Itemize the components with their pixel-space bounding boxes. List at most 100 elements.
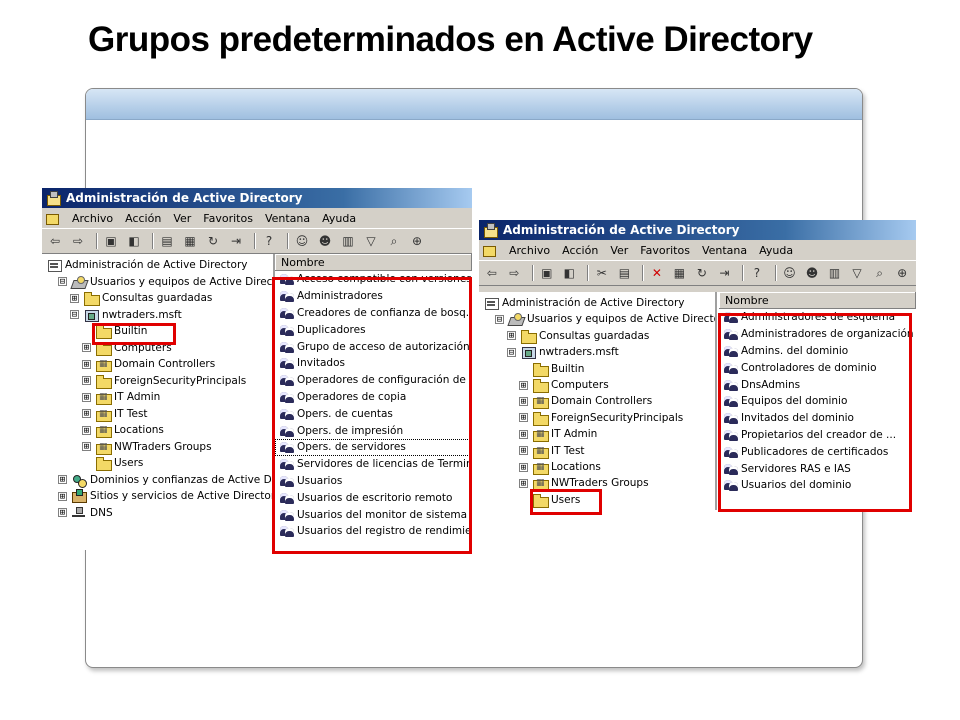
left-window-titlebar[interactable]: Administración de Active Directory <box>42 188 472 208</box>
forward-arrow-icon[interactable]: ⇨ <box>506 265 524 281</box>
new-user-icon[interactable]: ☺ <box>293 233 311 249</box>
expand-icon[interactable]: ⊞ <box>519 478 528 488</box>
tree-node[interactable]: ⊞ ForeignSecurityPrincipals <box>82 373 246 389</box>
tree-node[interactable]: ⊞ NWTraders Groups <box>82 439 212 455</box>
expand-icon[interactable]: ⊞ <box>82 359 91 369</box>
tree-node[interactable]: ⊞ Consultas guardadas <box>70 290 212 306</box>
filter-icon[interactable]: ▽ <box>362 233 380 249</box>
menu-ventana[interactable]: Ventana <box>696 244 753 257</box>
tree-node[interactable]: ⊞ ForeignSecurityPrincipals <box>519 410 683 426</box>
expand-icon[interactable]: ⊞ <box>82 343 91 353</box>
menu-archivo[interactable]: Archivo <box>503 244 556 257</box>
find-icon[interactable]: ⌕ <box>871 265 889 281</box>
tree-node[interactable]: ⊞ Dominios y confianzas de Active Directo <box>58 472 273 488</box>
tree-node[interactable]: ⊞ Computers <box>519 377 609 393</box>
expand-icon[interactable]: ⊞ <box>82 409 91 419</box>
expand-icon[interactable]: ⊞ <box>58 508 67 518</box>
tree-node[interactable]: ⊞ Consultas guardadas <box>507 328 649 344</box>
up-folder-icon[interactable]: ▣ <box>538 265 556 281</box>
expand-icon[interactable]: ⊞ <box>519 446 528 456</box>
back-arrow-icon[interactable]: ⇦ <box>46 233 64 249</box>
show-hide-tree-icon[interactable]: ◧ <box>125 233 143 249</box>
properties-icon[interactable]: ▦ <box>671 265 689 281</box>
expand-icon[interactable]: ⊞ <box>58 491 67 501</box>
new-user-icon[interactable]: ☺ <box>781 265 799 281</box>
left-tree-pane[interactable]: Administración de Active Directory ⊟ Usuar… <box>42 254 275 550</box>
expand-icon[interactable]: ⊞ <box>82 442 91 452</box>
new-ou-icon[interactable]: ▥ <box>339 233 357 249</box>
right-tree-pane[interactable]: Administración de Active Directory ⊟ Usuar… <box>479 292 717 510</box>
menu-accion[interactable]: Acción <box>556 244 604 257</box>
collapse-icon[interactable]: ⊟ <box>507 347 516 357</box>
export-list-icon[interactable]: ⇥ <box>227 233 245 249</box>
tree-node[interactable]: Administración de Active Directory <box>46 257 248 273</box>
cut-icon[interactable]: ✂ <box>593 265 611 281</box>
menu-favoritos[interactable]: Favoritos <box>197 212 259 225</box>
properties-icon[interactable]: ▦ <box>181 233 199 249</box>
expand-icon[interactable]: ⊞ <box>82 392 91 402</box>
menu-ventana[interactable]: Ventana <box>259 212 316 225</box>
back-arrow-icon[interactable]: ⇦ <box>483 265 501 281</box>
expand-icon[interactable]: ⊞ <box>519 413 528 423</box>
tree-node[interactable]: ⊞ IT Admin <box>519 426 597 443</box>
tree-node[interactable]: ⊞ Locations <box>82 422 164 438</box>
new-ou-icon[interactable]: ▥ <box>826 265 844 281</box>
menu-ver[interactable]: Ver <box>604 244 634 257</box>
expand-icon[interactable]: ⊞ <box>70 293 79 303</box>
menu-favoritos[interactable]: Favoritos <box>634 244 696 257</box>
refresh-icon[interactable]: ↻ <box>693 265 711 281</box>
tree-node[interactable]: ⊟ nwtraders.msft <box>507 344 619 360</box>
expand-icon[interactable]: ⊞ <box>507 331 516 341</box>
expand-icon[interactable]: ⊞ <box>519 380 528 390</box>
expand-icon[interactable]: ⊞ <box>58 475 67 485</box>
right-window-titlebar[interactable]: Administración de Active Directory <box>479 220 916 240</box>
delete-icon[interactable]: ▤ <box>158 233 176 249</box>
column-header-nombre[interactable]: Nombre <box>719 292 916 309</box>
copy-icon[interactable]: ▤ <box>616 265 634 281</box>
tree-node[interactable]: ⊞ Locations <box>519 459 601 475</box>
tree-node[interactable]: ⊟ Usuarios y equipos de Active Directory <box>58 274 273 290</box>
menu-archivo[interactable]: Archivo <box>66 212 119 225</box>
menu-ver[interactable]: Ver <box>167 212 197 225</box>
add-to-group-icon[interactable]: ⊕ <box>893 265 911 281</box>
expand-icon[interactable]: ⊞ <box>519 462 528 472</box>
delete-icon[interactable]: ✕ <box>648 265 666 281</box>
console-menu-icon[interactable] <box>481 243 497 257</box>
expand-icon[interactable]: ⊞ <box>519 429 528 439</box>
new-group-icon[interactable]: ☻ <box>803 265 821 281</box>
tree-node[interactable]: ⊞ Sitios y servicios de Active Directory <box>58 488 273 504</box>
collapse-icon[interactable]: ⊟ <box>70 310 79 320</box>
menu-ayuda[interactable]: Ayuda <box>753 244 799 257</box>
help-icon[interactable]: ? <box>748 265 766 281</box>
collapse-icon[interactable]: ⊟ <box>58 277 67 287</box>
tree-node[interactable]: ⊞ IT Test <box>82 406 148 422</box>
tree-node[interactable]: ⊞ IT Test <box>519 443 585 459</box>
tree-node[interactable]: Builtin <box>519 361 584 377</box>
tree-node[interactable]: ⊟ Usuarios y equipos de Active Directory <box>495 311 715 327</box>
tree-node[interactable]: Users <box>82 455 143 471</box>
export-list-icon[interactable]: ⇥ <box>716 265 734 281</box>
menu-accion[interactable]: Acción <box>119 212 167 225</box>
console-menu-icon[interactable] <box>44 211 60 225</box>
expand-icon[interactable]: ⊞ <box>82 425 91 435</box>
column-header-nombre[interactable]: Nombre <box>275 254 472 271</box>
tree-node[interactable]: ⊟ nwtraders.msft <box>70 307 182 323</box>
tree-node[interactable]: ⊞ Domain Controllers <box>519 393 652 410</box>
forward-arrow-icon[interactable]: ⇨ <box>69 233 87 249</box>
tree-node[interactable]: Administración de Active Directory <box>483 295 685 311</box>
refresh-icon[interactable]: ↻ <box>204 233 222 249</box>
expand-icon[interactable]: ⊞ <box>519 396 528 406</box>
up-folder-icon[interactable]: ▣ <box>102 233 120 249</box>
tree-node[interactable]: ⊞ Domain Controllers <box>82 356 215 372</box>
filter-icon[interactable]: ▽ <box>848 265 866 281</box>
tree-node[interactable]: ⊞ DNS <box>58 505 113 521</box>
expand-icon[interactable]: ⊞ <box>82 376 91 386</box>
new-group-icon[interactable]: ☻ <box>316 233 334 249</box>
add-to-group-icon[interactable]: ⊕ <box>408 233 426 249</box>
collapse-icon[interactable]: ⊟ <box>495 314 504 324</box>
find-icon[interactable]: ⌕ <box>385 233 403 249</box>
tree-node[interactable]: ⊞ IT Admin <box>82 389 160 405</box>
menu-ayuda[interactable]: Ayuda <box>316 212 362 225</box>
help-icon[interactable]: ? <box>260 233 278 249</box>
show-hide-tree-icon[interactable]: ◧ <box>561 265 579 281</box>
